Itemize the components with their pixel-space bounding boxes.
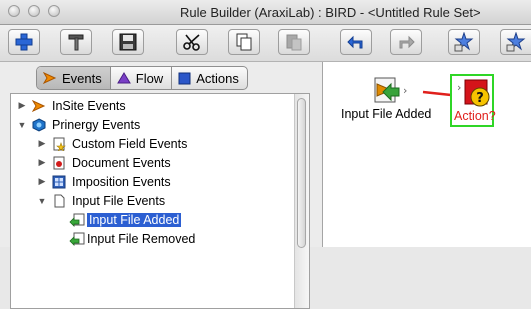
tree-item-prinergy-events[interactable]: ▼ Prinergy Events: [17, 115, 301, 134]
tab-events-label: Events: [62, 70, 102, 86]
copy-icon: [236, 33, 252, 51]
tree-item-input-file-events[interactable]: ▼ Input File Events: [37, 191, 309, 210]
rule-canvas[interactable]: › › ? Input File Added Action?: [323, 62, 531, 247]
input-file-event-icon[interactable]: ›: [374, 77, 407, 103]
expand-triangle-icon[interactable]: ▶: [37, 138, 47, 149]
tree-item-label: Imposition Events: [72, 174, 171, 189]
tree-item-label: Prinergy Events: [52, 117, 141, 132]
purple-triangle-icon: [116, 72, 131, 84]
rule-graph: › › ?: [374, 74, 494, 127]
paste-icon: [286, 34, 302, 51]
blank-doc-icon: [51, 193, 67, 209]
floppy-disk-icon: [119, 33, 137, 51]
tree-item-label: Document Events: [72, 155, 171, 170]
tree-item-document-events[interactable]: ▶ Document Events: [37, 153, 309, 172]
zoom-window-button[interactable]: [48, 5, 60, 17]
file-add-icon: [69, 212, 85, 228]
hammer-icon: [68, 34, 84, 51]
cut-button[interactable]: [176, 29, 208, 55]
save-button[interactable]: [112, 29, 144, 55]
svg-text:?: ?: [476, 91, 484, 106]
svg-text:›: ›: [403, 84, 407, 97]
star-action-button-2[interactable]: [500, 29, 531, 55]
main-toolbar: [0, 25, 531, 62]
tree-item-label: Input File Added: [87, 212, 182, 227]
tools-button[interactable]: [60, 29, 92, 55]
undo-button[interactable]: [340, 29, 372, 55]
palette-tabs: Events Flow Actions: [36, 66, 248, 90]
undo-arrow-icon: [347, 35, 363, 49]
tab-events[interactable]: Events: [37, 67, 111, 89]
copy-button[interactable]: [228, 29, 260, 55]
scissors-icon: [183, 34, 200, 51]
doc-red-icon: [51, 155, 67, 171]
redo-arrow-icon: [399, 35, 415, 49]
tree-item-insite-events[interactable]: ▶ InSite Events: [17, 96, 301, 115]
tree-item-label: Custom Field Events: [72, 136, 188, 151]
expand-triangle-icon[interactable]: ▶: [37, 176, 47, 187]
event-node-label: Input File Added: [341, 107, 432, 121]
event-tree: ▶ InSite Events ▼ Prinergy Events ▶ Cust…: [10, 93, 310, 309]
action-node-label: Action?: [454, 109, 496, 123]
collapse-triangle-icon[interactable]: ▼: [37, 196, 47, 206]
palette-panel: Events Flow Actions ▶ InSite Events ▼ Pr…: [0, 62, 323, 309]
paste-button[interactable]: [278, 29, 310, 55]
redo-button[interactable]: [390, 29, 422, 55]
grid-icon: [51, 174, 67, 190]
tab-actions[interactable]: Actions: [172, 67, 247, 89]
doc-star-icon: [51, 136, 67, 152]
add-button[interactable]: [8, 29, 40, 55]
tree-item-input-file-added[interactable]: Input File Added: [57, 210, 309, 229]
tree-item-label: Input File Removed: [87, 231, 196, 246]
action-question-icon: ?: [464, 79, 490, 107]
tree-item-input-file-removed[interactable]: Input File Removed: [57, 229, 309, 248]
scrollbar-thumb[interactable]: [297, 98, 306, 248]
expand-triangle-icon[interactable]: ▶: [17, 100, 27, 111]
orange-chevron-icon: [43, 72, 57, 84]
star-node-icon: [506, 32, 526, 52]
tree-item-label: InSite Events: [52, 98, 126, 113]
plus-icon: [15, 33, 33, 51]
file-remove-icon: [69, 231, 85, 247]
tree-item-custom-field-events[interactable]: ▶ Custom Field Events: [37, 134, 309, 153]
tree-item-imposition-events[interactable]: ▶ Imposition Events: [37, 172, 309, 191]
rule-connector[interactable]: [422, 90, 452, 97]
tree-item-label: Input File Events: [72, 193, 166, 208]
close-window-button[interactable]: [8, 5, 20, 17]
window-title: Rule Builder (AraxiLab) : BIRD - <Untitl…: [180, 5, 481, 20]
collapse-triangle-icon[interactable]: ▼: [17, 120, 27, 130]
tree-vertical-scrollbar[interactable]: [294, 94, 309, 308]
orange-chevron-icon: [31, 98, 47, 114]
tab-flow[interactable]: Flow: [111, 67, 173, 89]
star-action-button[interactable]: [448, 29, 480, 55]
minimize-window-button[interactable]: [28, 5, 40, 17]
tab-actions-label: Actions: [196, 70, 239, 86]
svg-text:›: ›: [457, 81, 461, 94]
blue-square-icon: [178, 72, 191, 84]
prinergy-cube-icon: [31, 117, 47, 133]
title-bar: Rule Builder (AraxiLab) : BIRD - <Untitl…: [0, 0, 531, 25]
expand-triangle-icon[interactable]: ▶: [37, 157, 47, 168]
tab-flow-label: Flow: [135, 70, 164, 86]
star-node-icon: [454, 32, 474, 52]
